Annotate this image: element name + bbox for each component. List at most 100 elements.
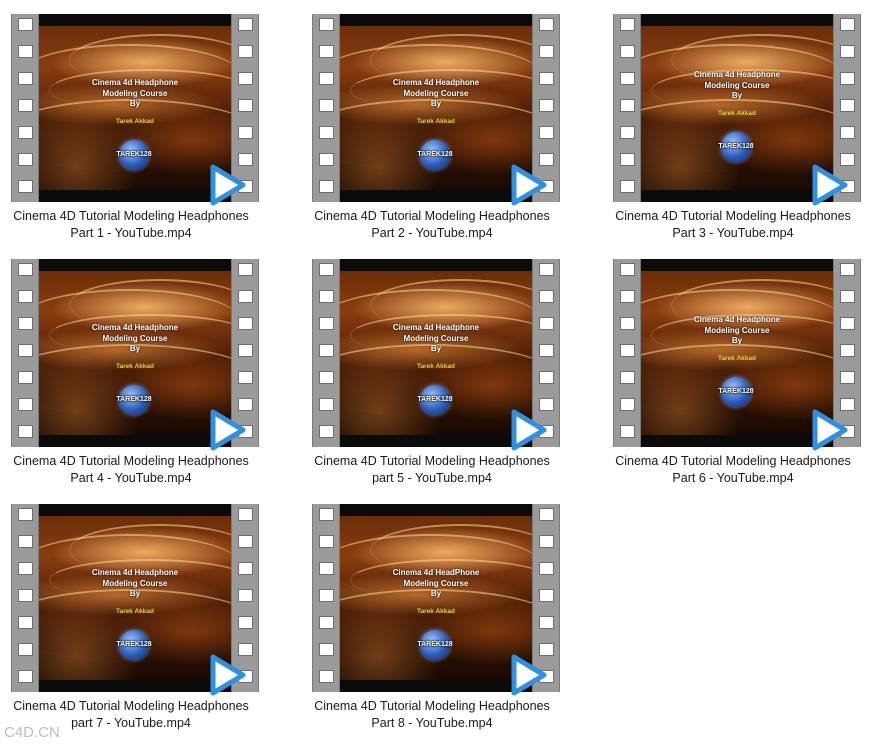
video-author: Tarek Akkad [116, 608, 154, 615]
logo-text: TAREK128 [116, 396, 152, 403]
video-file-item[interactable]: Cinema 4d Headphone Modeling Course By Tare… [301, 14, 563, 254]
video-author: Tarek Akkad [417, 118, 455, 125]
sprocket-hole [238, 589, 253, 602]
film-strip-left [613, 14, 641, 202]
video-title-line: Modeling Course [102, 578, 168, 588]
sprocket-hole [840, 344, 855, 357]
sprocket-hole [238, 562, 253, 575]
sprocket-hole [18, 45, 33, 58]
sprocket-hole [18, 643, 33, 656]
sprocket-hole [18, 263, 33, 276]
file-name-line2: Part 3 - YouTube.mp4 [672, 226, 794, 240]
video-file-item[interactable]: Cinema 4d Headphone Modeling Course By Tare… [602, 259, 864, 499]
video-frame: Cinema 4d Headphone Modeling Course By Tare… [641, 259, 833, 447]
video-author: Tarek Akkad [116, 363, 154, 370]
file-name-line1: Cinema 4D Tutorial Modeling Headphones [13, 699, 249, 713]
video-title-line: Cinema 4d Headphone [91, 568, 179, 577]
sprocket-hole [620, 344, 635, 357]
sprocket-hole [238, 317, 253, 330]
video-title-line: Cinema 4d Headphone [693, 315, 781, 324]
sprocket-hole [319, 643, 334, 656]
sprocket-hole [238, 99, 253, 112]
sprocket-hole [620, 18, 635, 31]
sprocket-hole [539, 562, 554, 575]
sprocket-hole [238, 344, 253, 357]
sprocket-hole [840, 317, 855, 330]
video-frame: Cinema 4d HeadPhone Modeling Course By Tare… [340, 504, 532, 692]
sprocket-hole [620, 317, 635, 330]
sprocket-hole [18, 562, 33, 575]
video-title-line: Modeling Course [102, 333, 168, 343]
sprocket-hole [319, 344, 334, 357]
sprocket-hole [238, 126, 253, 139]
video-title-line: By [430, 344, 442, 353]
film-strip-left [312, 504, 340, 692]
sprocket-hole [840, 45, 855, 58]
sprocket-hole [319, 589, 334, 602]
sprocket-hole [238, 508, 253, 521]
sprocket-hole [319, 72, 334, 85]
sprocket-hole [238, 45, 253, 58]
sprocket-hole [539, 18, 554, 31]
file-name-label: Cinema 4D Tutorial Modeling Headphones Pa… [301, 208, 563, 242]
file-name-label: Cinema 4D Tutorial Modeling Headphones Pa… [301, 698, 563, 732]
logo-text: TAREK128 [417, 641, 453, 648]
video-frame: Cinema 4d Headphone Modeling Course By Tare… [340, 14, 532, 202]
sprocket-hole [539, 508, 554, 521]
sprocket-hole [319, 180, 334, 193]
file-name-line1: Cinema 4D Tutorial Modeling Headphones [615, 454, 851, 468]
video-file-item[interactable]: Cinema 4d Headphone Modeling Course By Tare… [301, 259, 563, 499]
play-icon [511, 409, 547, 451]
video-title-line: Cinema 4d Headphone [91, 78, 179, 87]
sprocket-hole [539, 589, 554, 602]
sprocket-hole [840, 99, 855, 112]
video-title-line: Modeling Course [403, 578, 469, 588]
sprocket-hole [840, 290, 855, 303]
play-icon [210, 654, 246, 696]
sprocket-hole [620, 371, 635, 384]
sprocket-hole [539, 344, 554, 357]
logo-text: TAREK128 [116, 151, 152, 158]
sprocket-hole [620, 153, 635, 166]
video-file-item[interactable]: Cinema 4d Headphone Modeling Course By Tare… [602, 14, 864, 254]
sprocket-hole [620, 126, 635, 139]
sprocket-hole [620, 290, 635, 303]
logo-text: TAREK128 [417, 396, 453, 403]
video-file-item[interactable]: Cinema 4d Headphone Modeling Course By Tare… [0, 14, 262, 254]
sprocket-hole [319, 18, 334, 31]
video-author: Tarek Akkad [718, 110, 756, 117]
file-name-line1: Cinema 4D Tutorial Modeling Headphones [314, 209, 550, 223]
sprocket-hole [319, 290, 334, 303]
sprocket-hole [319, 670, 334, 683]
video-title-line: By [129, 99, 141, 108]
sprocket-hole [18, 398, 33, 411]
video-file-item[interactable]: Cinema 4d Headphone Modeling Course By Tare… [0, 259, 262, 499]
sprocket-hole [238, 18, 253, 31]
video-frame: Cinema 4d Headphone Modeling Course By Tare… [39, 14, 231, 202]
sprocket-hole [620, 72, 635, 85]
logo-text: TAREK128 [718, 143, 754, 150]
sprocket-hole [539, 535, 554, 548]
sprocket-hole [18, 616, 33, 629]
file-name-line1: Cinema 4D Tutorial Modeling Headphones [314, 454, 550, 468]
sprocket-hole [539, 72, 554, 85]
video-file-item[interactable]: Cinema 4d HeadPhone Modeling Course By Tare… [301, 504, 563, 744]
video-title-line: Cinema 4d Headphone [693, 70, 781, 79]
file-name-line1: Cinema 4D Tutorial Modeling Headphones [13, 209, 249, 223]
sprocket-hole [539, 290, 554, 303]
play-icon [812, 164, 848, 206]
sprocket-hole [319, 398, 334, 411]
sprocket-hole [539, 317, 554, 330]
logo-text: TAREK128 [116, 641, 152, 648]
sprocket-hole [620, 180, 635, 193]
sprocket-hole [238, 371, 253, 384]
video-title-line: Modeling Course [403, 333, 469, 343]
sprocket-hole [18, 99, 33, 112]
sprocket-hole [620, 425, 635, 438]
video-title-line: Modeling Course [704, 325, 770, 335]
file-name-line2: Part 8 - YouTube.mp4 [371, 716, 493, 730]
video-title-line: By [129, 589, 141, 598]
video-file-item[interactable]: Cinema 4d Headphone Modeling Course By Tare… [0, 504, 262, 744]
file-name-line1: Cinema 4D Tutorial Modeling Headphones [314, 699, 550, 713]
sprocket-hole [238, 535, 253, 548]
